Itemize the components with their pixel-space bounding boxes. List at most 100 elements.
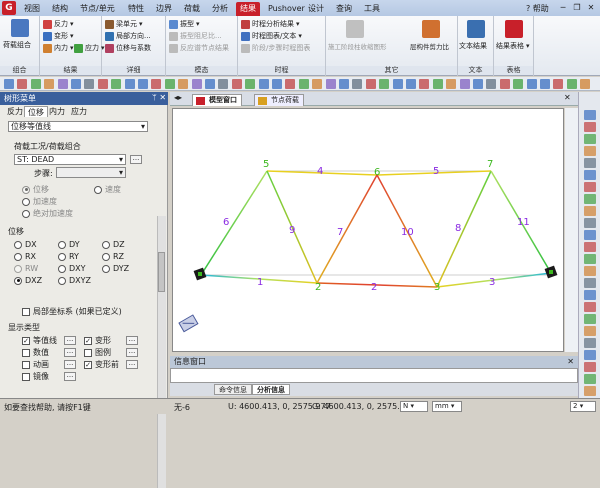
menu-tab-0[interactable]: 视图 [20,2,44,16]
toolbar-tool-icon[interactable] [124,79,135,89]
view-tool-icon[interactable] [584,266,596,276]
toolbar-tool-icon[interactable] [406,79,416,89]
radio-velocity[interactable]: 速度 [94,184,121,195]
radio-component-ry[interactable]: RY [58,252,79,261]
toolbar-tool-icon[interactable] [392,79,403,89]
toolbar-tool-icon[interactable] [553,79,564,89]
tab-displacement[interactable]: 位移 [24,106,48,117]
view-tool-icon[interactable] [584,386,596,396]
toolbar-tool-icon[interactable] [446,79,457,89]
stage-step-graph-button[interactable]: 阶段/步骤时程图表 [241,43,310,53]
radio-component-rx[interactable]: RX [14,252,36,261]
radio-displacement[interactable]: 位移 [22,184,49,195]
local-direction-button[interactable]: 局部方向... [105,31,151,41]
radio-component-dyz[interactable]: DYZ [102,264,129,273]
displacement-coef-button[interactable]: 位移与系数 [105,43,151,53]
display-option-4[interactable]: 动画 [22,359,49,370]
toolbar-tool-icon[interactable] [111,79,122,89]
menu-tab-6[interactable]: 分析 [208,2,232,16]
menu-tab-11[interactable]: 工具 [360,2,384,16]
element-7[interactable] [316,174,378,284]
toolbar-tool-icon[interactable] [312,79,323,89]
mode-shape-button[interactable]: 振型 ▾ [169,19,200,29]
toolbar-tool-icon[interactable] [57,79,68,89]
display-option-settings-button[interactable]: ... [64,372,76,381]
toolbar-tool-icon[interactable] [272,79,282,89]
toolbar-tool-icon[interactable] [540,79,550,89]
toolbar-tool-icon[interactable] [258,79,269,89]
spectrum-node-result-button[interactable]: 反应谱节点结果 [169,43,229,53]
load-case-more-button[interactable]: ... [130,155,142,164]
toolbar-tool-icon[interactable] [71,79,81,89]
toolbar-tool-icon[interactable] [30,79,41,89]
result-type-select[interactable]: 位移等值线 ▾ [8,121,148,132]
display-option-5[interactable]: ✓ 变形前 [84,359,119,370]
radio-component-dxy[interactable]: DXY [58,264,86,273]
toolbar-tool-icon[interactable] [151,79,162,89]
toolbar-tool-icon[interactable] [352,79,363,89]
view-tool-icon[interactable] [584,362,596,372]
display-option-6[interactable]: 镜像 [22,371,49,382]
restore-button[interactable]: ❐ [570,2,584,13]
view-tool-icon[interactable] [584,194,596,204]
load-combination-button[interactable]: 荷载组合 [3,40,31,50]
view-tool-icon[interactable] [584,182,596,192]
view-tool-icon[interactable] [584,326,596,336]
display-option-3[interactable]: 图例 [84,347,111,358]
display-option-settings-button[interactable]: ... [126,336,138,345]
view-tool-icon[interactable] [584,110,596,120]
close-info-icon[interactable]: ✕ [567,356,574,368]
toolbar-tool-icon[interactable] [379,79,390,89]
step-select[interactable]: ▾ [56,167,126,178]
timehistory-result-button[interactable]: 时程分析结果 ▾ [241,19,300,29]
column-shortening-button[interactable]: 施工阶段柱收缩图形 [328,41,387,51]
stress-button[interactable]: 应力 ▾ [74,43,105,53]
load-case-select[interactable]: ST: DEAD ▾ [14,154,126,165]
radio-component-dxyz[interactable]: DXYZ [58,276,91,285]
display-option-0[interactable]: ✓ 等值线 [22,335,57,346]
pin-icon[interactable]: ᛘ ✕ [152,93,166,102]
view-tool-icon[interactable] [584,158,596,168]
story-shear-ratio-button[interactable]: 层构件剪力比 [410,41,449,51]
toolbar-tool-icon[interactable] [4,79,14,89]
result-table-button[interactable]: 结果表格 ▾ [496,41,530,51]
toolbar-tool-icon[interactable] [513,79,524,89]
page-select[interactable]: 2 ▾ [570,401,596,412]
beam-element-button[interactable]: 梁单元 ▾ [105,19,143,29]
view-tool-icon[interactable] [584,122,596,132]
radio-component-rz[interactable]: RZ [102,252,124,261]
radio-component-dx[interactable]: DX [14,240,37,249]
toolbar-tool-icon[interactable] [526,79,537,89]
tab-stress[interactable]: 应力 [68,106,90,117]
view-tool-icon[interactable] [584,338,596,348]
radio-component-dy[interactable]: DY [58,240,80,249]
view-tool-icon[interactable] [584,206,596,216]
display-option-2[interactable]: 数值 [22,347,49,358]
toolbar-tool-icon[interactable] [178,79,189,89]
minimize-button[interactable]: ─ [556,2,570,13]
toolbar-tool-icon[interactable] [486,79,497,89]
toolbar-tool-icon[interactable] [473,79,483,89]
app-logo[interactable]: G [2,1,16,15]
toolbar-tool-icon[interactable] [285,79,296,89]
timehistory-graph-button[interactable]: 时程图表/文本 ▾ [241,31,302,41]
toolbar-tool-icon[interactable] [419,79,430,89]
toolbar-tool-icon[interactable] [298,79,309,89]
view-tool-icon[interactable] [584,290,596,300]
toolbar-tool-icon[interactable] [432,79,443,89]
view-tool-icon[interactable] [584,170,596,180]
element-8[interactable] [436,170,492,288]
panel-scroll-thumb[interactable] [158,252,165,292]
display-option-1[interactable]: ✓ 变形 [84,335,111,346]
toolbar-tool-icon[interactable] [365,79,376,89]
view-tool-icon[interactable] [584,350,596,360]
toolbar-tool-icon[interactable] [218,79,229,89]
toolbar-tool-icon[interactable] [138,79,148,89]
radio-component-dxz[interactable]: DXZ [14,276,42,285]
toolbar-tool-icon[interactable] [459,79,470,89]
toolbar-tool-icon[interactable] [44,79,55,89]
model-canvas[interactable]: 5 6 7 2 3 1 2 3 4 5 6 7 8 9 10 11 [172,108,564,352]
toolbar-tool-icon[interactable] [566,79,577,89]
toolbar-tool-icon[interactable] [191,79,202,89]
view-tool-icon[interactable] [584,314,596,324]
